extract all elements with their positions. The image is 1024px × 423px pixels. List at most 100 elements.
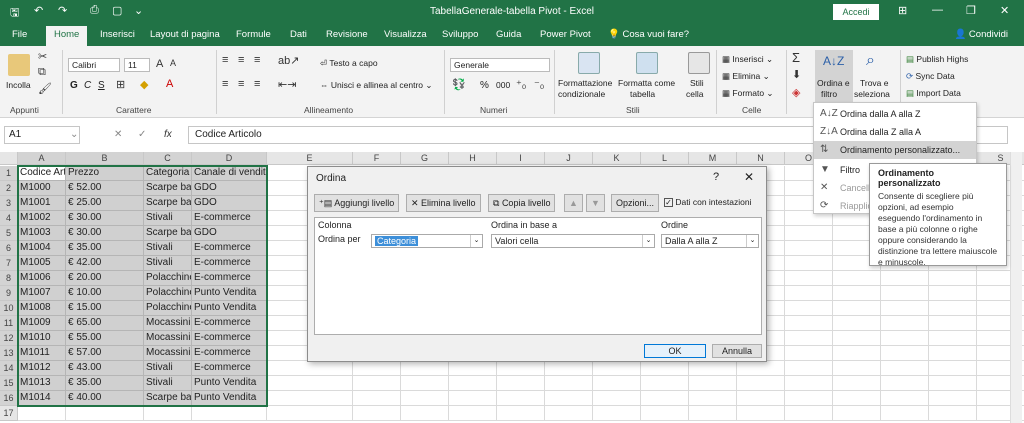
empty-cell[interactable] [267,376,353,391]
empty-cell[interactable] [881,301,929,316]
table-cell[interactable]: Mocassini [144,331,192,346]
empty-cell[interactable] [881,346,929,361]
empty-cell[interactable] [497,406,545,421]
clear-icon[interactable]: ◈ [792,86,800,99]
copy-icon[interactable]: ⧉ [38,66,46,79]
empty-cell[interactable] [689,376,737,391]
table-cell[interactable]: € 65.00 [66,316,144,331]
table-cell[interactable]: € 20.00 [66,271,144,286]
empty-cell[interactable] [593,391,641,406]
empty-cell[interactable] [929,346,977,361]
empty-cell[interactable] [785,226,833,241]
empty-cell[interactable] [545,361,593,376]
table-cell[interactable]: € 43.00 [66,361,144,376]
delete-level-button[interactable]: ✕ Elimina livello [406,194,481,212]
empty-cell[interactable] [833,391,881,406]
row-header[interactable]: 2 [0,181,18,196]
row-header[interactable]: 17 [0,406,18,421]
fill-icon[interactable]: ⬇ [792,68,801,81]
empty-cell[interactable] [689,391,737,406]
empty-cell[interactable] [449,376,497,391]
help-icon[interactable]: ? [713,171,719,183]
table-cell[interactable]: M1008 [18,301,66,316]
table-cell[interactable]: E-commerce [192,361,267,376]
select-all-corner[interactable] [0,152,18,165]
table-cell[interactable]: M1012 [18,361,66,376]
empty-cell[interactable] [785,406,833,421]
cut-icon[interactable]: ✂ [38,50,47,63]
empty-cell[interactable] [401,406,449,421]
empty-cell[interactable] [881,391,929,406]
row-header[interactable]: 5 [0,226,18,241]
column-header-h[interactable]: H [449,152,497,165]
table-cell[interactable]: M1006 [18,271,66,286]
empty-cell[interactable] [144,406,192,421]
dialog-close-icon[interactable]: ✕ [744,170,754,184]
table-cell[interactable]: Scarpe basse [144,196,192,211]
tab-layout[interactable]: Layout di pagina [150,29,220,40]
empty-cell[interactable] [833,361,881,376]
format-table-label-1[interactable]: Formatta come [618,78,675,88]
column-header-i[interactable]: I [497,152,545,165]
align-middle-icon[interactable]: ≡ [238,54,244,66]
empty-cell[interactable] [689,406,737,421]
empty-cell[interactable] [353,361,401,376]
find-select-label-2[interactable]: seleziona [854,89,890,99]
empty-cell[interactable] [929,271,977,286]
empty-cell[interactable] [881,361,929,376]
underline-button[interactable]: S [98,80,105,91]
empty-cell[interactable] [785,331,833,346]
add-level-button[interactable]: ⁺▤ Aggiungi livello [314,194,400,212]
table-cell[interactable]: Scarpe basse [144,391,192,406]
empty-cell[interactable] [881,271,929,286]
table-cell[interactable]: € 10.00 [66,286,144,301]
empty-cell[interactable] [689,361,737,376]
empty-cell[interactable] [737,376,785,391]
tab-visualizza[interactable]: Visualizza [384,29,427,40]
format-table-icon[interactable] [636,52,658,74]
empty-cell[interactable] [18,406,66,421]
font-size-combo[interactable]: 11 [124,58,150,72]
bold-button[interactable]: G [70,80,78,91]
sort-filter-button[interactable]: A↓Z Ordina e filtro [815,50,853,102]
table-cell[interactable]: M1005 [18,256,66,271]
magnifier-icon[interactable]: ⌕ [866,52,875,70]
empty-cell[interactable] [401,361,449,376]
empty-cell[interactable] [833,286,881,301]
empty-cell[interactable] [267,406,353,421]
empty-cell[interactable] [497,376,545,391]
empty-cell[interactable] [737,361,785,376]
empty-cell[interactable] [785,256,833,271]
empty-cell[interactable] [833,376,881,391]
cell-styles-icon[interactable] [688,52,710,74]
name-box-dropdown-icon[interactable]: ⌄ [70,129,78,140]
table-cell[interactable]: € 42.00 [66,256,144,271]
table-cell[interactable]: M1013 [18,376,66,391]
column-header-m[interactable]: M [689,152,737,165]
confirm-entry-icon[interactable]: ✓ [138,129,146,140]
sync-data-button[interactable]: ⟳ Sync Data [906,71,955,82]
table-cell[interactable]: Punto Vendita [192,286,267,301]
empty-cell[interactable] [593,406,641,421]
copy-level-button[interactable]: ⧉ Copia livello [488,194,556,212]
headers-checkbox[interactable]: ✓ Dati con intestazioni [664,197,751,207]
empty-cell[interactable] [833,331,881,346]
empty-cell[interactable] [353,376,401,391]
empty-cell[interactable] [737,406,785,421]
table-cell[interactable]: Scarpe basse [144,226,192,241]
empty-cell[interactable] [833,316,881,331]
empty-cell[interactable] [881,376,929,391]
insert-function-icon[interactable]: fx [164,129,172,140]
table-cell[interactable]: Stivali [144,256,192,271]
format-cells-button[interactable]: ▦ Formato ⌄ [722,88,774,99]
table-cell[interactable]: Stivali [144,241,192,256]
align-bottom-icon[interactable]: ≡ [254,54,260,66]
row-header[interactable]: 8 [0,271,18,286]
conditional-format-label-2[interactable]: condizionale [558,89,605,99]
row-header[interactable]: 14 [0,361,18,376]
name-box[interactable]: A1 [4,126,80,144]
empty-cell[interactable] [497,391,545,406]
table-cell[interactable]: M1000 [18,181,66,196]
column-header-k[interactable]: K [593,152,641,165]
column-header-n[interactable]: N [737,152,785,165]
